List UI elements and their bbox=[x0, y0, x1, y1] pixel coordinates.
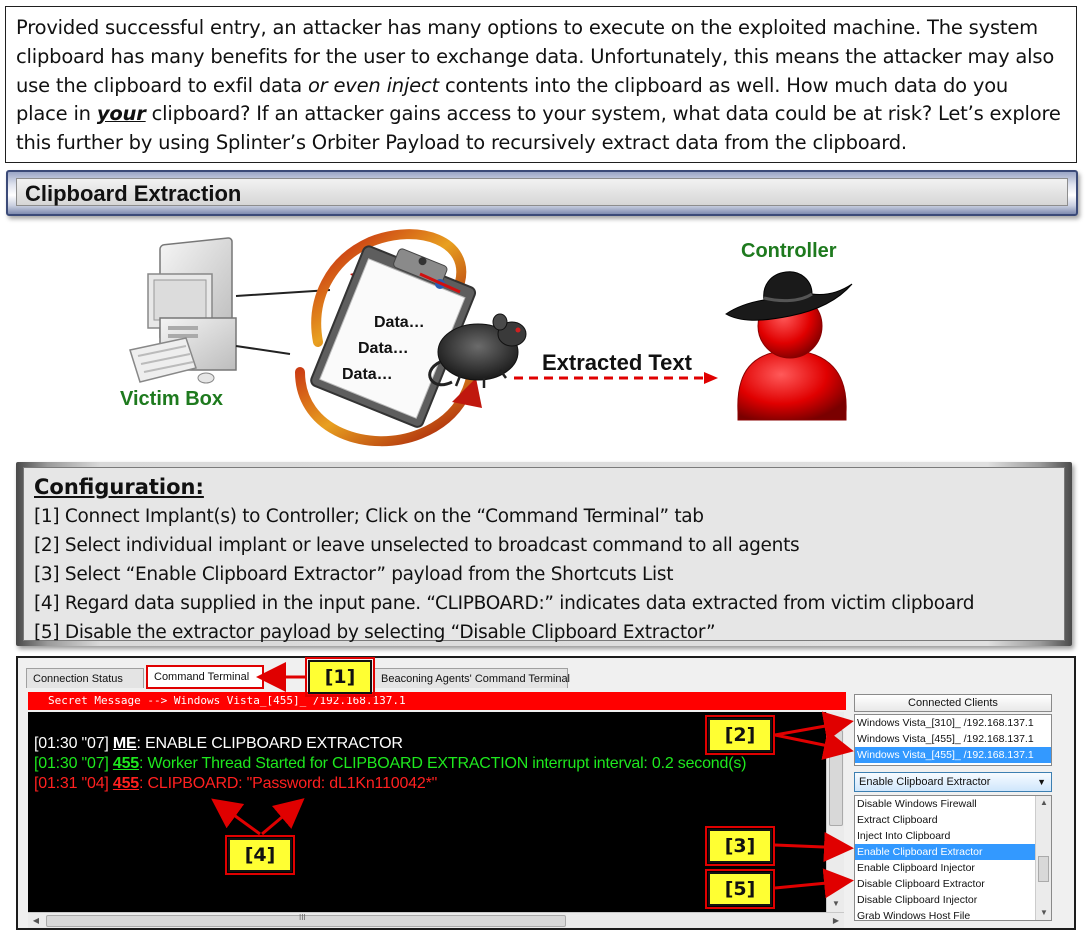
shortcut-item[interactable]: Extract Clipboard bbox=[855, 812, 1035, 828]
clipboard-data-text: Data… bbox=[374, 314, 425, 331]
shortcuts-scrollbar[interactable]: ▲ ▼ bbox=[1035, 796, 1051, 920]
intro-text: contents into the clipboard as well. How… bbox=[438, 73, 1009, 97]
configuration-step: [2] Select individual implant or leave u… bbox=[34, 535, 800, 556]
shortcut-item[interactable]: Enable Clipboard Extractor bbox=[855, 844, 1035, 860]
clipboard-data-text: Data… bbox=[342, 366, 393, 383]
terminal-timestamp: [01:30 "07] bbox=[34, 755, 113, 772]
configuration-step: [4] Regard data supplied in the input pa… bbox=[34, 593, 975, 614]
intro-line: clipboard has many benefits for the user… bbox=[16, 44, 1055, 68]
secret-message-bar: Secret Message --> Windows Vista_[455]_ … bbox=[28, 692, 846, 710]
scroll-down-icon[interactable]: ▼ bbox=[827, 896, 845, 912]
scroll-thumb[interactable] bbox=[1038, 856, 1049, 882]
payload-select[interactable]: Enable Clipboard Extractor ▼ bbox=[854, 772, 1052, 792]
terminal-timestamp: [01:30 "07] bbox=[34, 735, 113, 752]
scroll-down-icon[interactable]: ▼ bbox=[1036, 906, 1051, 920]
tab-beaconing-agents-terminal[interactable]: Beaconing Agents' Command Terminal bbox=[374, 668, 570, 688]
connected-clients-list[interactable]: Windows Vista_[310]_ /192.168.137.1 Wind… bbox=[854, 714, 1052, 766]
extracted-text-label: Extracted Text bbox=[542, 350, 692, 375]
shortcut-item[interactable]: Disable Clipboard Injector bbox=[855, 892, 1035, 908]
section-header: Clipboard Extraction bbox=[6, 170, 1078, 216]
terminal-vertical-scrollbar[interactable]: ▲ ▼ bbox=[826, 712, 844, 912]
scroll-left-icon[interactable]: ◀ bbox=[28, 913, 44, 929]
callout-4: [4] bbox=[225, 835, 295, 875]
intro-line: Provided successful entry, an attacker h… bbox=[16, 16, 1038, 39]
payload-select-value: Enable Clipboard Extractor bbox=[859, 776, 991, 788]
client-list-item[interactable]: Windows Vista_[455]_ /192.168.137.1 bbox=[855, 731, 1051, 747]
scroll-right-icon[interactable]: ▶ bbox=[828, 913, 844, 929]
callout-1: [1] bbox=[305, 657, 375, 697]
victim-box-label: Victim Box bbox=[120, 388, 223, 410]
shortcut-item[interactable]: Disable Windows Firewall bbox=[855, 796, 1035, 812]
chevron-down-icon[interactable]: ▼ bbox=[1037, 773, 1046, 791]
terminal-separator: : bbox=[136, 735, 146, 752]
configuration-box: Configuration: [1] Connect Implant(s) to… bbox=[16, 462, 1072, 646]
scroll-thumb[interactable] bbox=[829, 730, 843, 826]
terminal-message: Worker Thread Started for CLIPBOARD EXTR… bbox=[147, 755, 747, 772]
intro-line: place in your clipboard? If an attacker … bbox=[16, 100, 1066, 129]
shortcut-item[interactable]: Enable Clipboard Injector bbox=[855, 860, 1035, 876]
intro-emphasis: your bbox=[96, 102, 146, 126]
extraction-diagram: Data… Data… Data… Victim Box Controller … bbox=[0, 222, 1086, 458]
terminal-sender: 455 bbox=[112, 775, 140, 792]
terminal-horizontal-scrollbar[interactable]: ◀ III ▶ bbox=[28, 912, 844, 928]
scroll-up-icon[interactable]: ▲ bbox=[827, 712, 845, 728]
terminal-separator: : bbox=[139, 775, 148, 792]
configuration-step: [1] Connect Implant(s) to Controller; Cl… bbox=[34, 506, 704, 527]
terminal-sender: ME bbox=[112, 735, 137, 752]
terminal-message: ENABLE CLIPBOARD EXTRACTOR bbox=[145, 735, 403, 752]
computer-icon bbox=[129, 237, 237, 384]
connected-clients-header: Connected Clients bbox=[854, 694, 1052, 712]
terminal-line: [01:31 "04] 455: CLIPBOARD: "Password: d… bbox=[34, 774, 826, 794]
terminal-message: CLIPBOARD: "Password: dL1Kn110042*" bbox=[147, 775, 438, 792]
configuration-step: [5] Disable the extractor payload by sel… bbox=[34, 622, 716, 643]
client-list-item[interactable]: Windows Vista_[310]_ /192.168.137.1 bbox=[855, 715, 1051, 731]
terminal-separator: : bbox=[139, 755, 148, 772]
terminal-output[interactable]: [01:30 "07] ME: ENABLE CLIPBOARD EXTRACT… bbox=[28, 712, 826, 912]
configuration-title: Configuration: bbox=[34, 475, 204, 499]
app-window: Connection Status Command Terminal Beaco… bbox=[16, 656, 1076, 930]
controller-label: Controller bbox=[741, 240, 837, 262]
tab-connection-status[interactable]: Connection Status bbox=[26, 668, 144, 688]
scroll-grip-icon: III bbox=[299, 913, 306, 922]
intro-text: use the clipboard to exfil data bbox=[16, 73, 308, 97]
intro-line: use the clipboard to exfil data or even … bbox=[16, 72, 1066, 101]
intro-line: this further by using Splinter’s Orbiter… bbox=[16, 131, 907, 155]
callout-5: [5] bbox=[705, 869, 775, 909]
configuration-panel: Configuration: [1] Connect Implant(s) to… bbox=[23, 467, 1065, 643]
callout-2: [2] bbox=[705, 715, 775, 755]
controller-avatar-icon bbox=[725, 271, 853, 421]
intro-text: place in bbox=[16, 102, 97, 126]
shortcut-item[interactable]: Inject Into Clipboard bbox=[855, 828, 1035, 844]
shortcut-item[interactable]: Grab Windows Host File bbox=[855, 908, 1035, 920]
terminal-sender: 455 bbox=[112, 755, 140, 772]
callout-3: [3] bbox=[705, 826, 775, 866]
shortcuts-list[interactable]: Disable Windows Firewall Extract Clipboa… bbox=[854, 795, 1052, 921]
intro-emphasis: or even inject bbox=[307, 73, 439, 97]
shortcut-item[interactable]: Disable Clipboard Extractor bbox=[855, 876, 1035, 892]
scroll-up-icon[interactable]: ▲ bbox=[1036, 796, 1051, 810]
intro-paragraph: Provided successful entry, an attacker h… bbox=[5, 6, 1077, 163]
client-list-item[interactable]: Windows Vista_[455]_ /192.168.137.1 bbox=[855, 747, 1051, 763]
diagram-graphic bbox=[129, 229, 853, 447]
section-title: Clipboard Extraction bbox=[16, 178, 1068, 206]
tab-command-terminal[interactable]: Command Terminal bbox=[146, 665, 264, 689]
terminal-timestamp: [01:31 "04] bbox=[34, 775, 113, 792]
scroll-thumb[interactable]: III bbox=[46, 913, 566, 927]
terminal-line: [01:30 "07] 455: Worker Thread Started f… bbox=[34, 754, 826, 774]
configuration-step: [3] Select “Enable Clipboard Extractor” … bbox=[34, 564, 674, 585]
clipboard-data-text: Data… bbox=[358, 340, 409, 357]
intro-text: clipboard? If an attacker gains access t… bbox=[145, 102, 1061, 126]
